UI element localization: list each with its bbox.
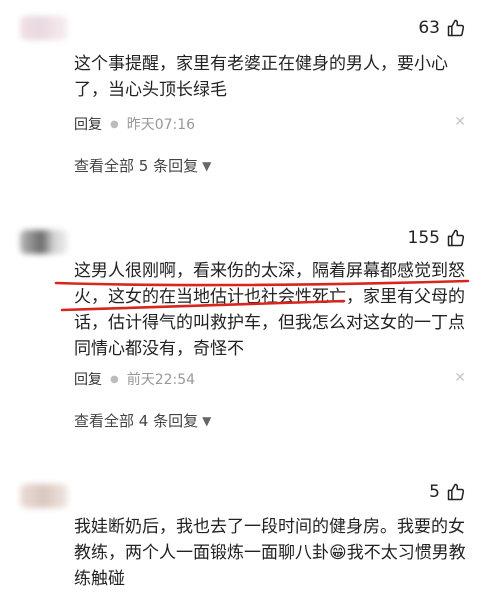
comment-text: 我娃断奶后，我也去了一段时间的健身房。我要的女 教练，两个人一面锻炼一面聊八卦😁… (74, 517, 466, 589)
like-count: 155 (407, 228, 440, 248)
like-count: 63 (418, 18, 440, 38)
chevron-down-icon: ▼ (202, 413, 212, 428)
like-button[interactable]: 155 (408, 228, 466, 248)
reply-button[interactable]: 回复 (74, 114, 102, 134)
reply-button[interactable]: 回复 (74, 369, 102, 389)
comment-meta: 回复 ● 前天22:54 (74, 369, 195, 389)
comment-meta: 回复 ● 昨天07:16 (74, 114, 195, 134)
like-count: 5 (429, 482, 440, 502)
view-all-replies[interactable]: 查看全部 4 条回复 ▼ (74, 410, 211, 431)
chevron-down-icon: ▼ (202, 158, 212, 173)
separator-dot: ● (110, 118, 119, 130)
thumbs-up-icon (447, 229, 465, 247)
timestamp: 昨天07:16 (126, 117, 196, 133)
avatar[interactable] (20, 484, 68, 508)
avatar[interactable] (20, 230, 68, 254)
close-icon[interactable]: ✕ (454, 114, 466, 130)
thumbs-up-icon (447, 19, 465, 37)
close-icon[interactable]: ✕ (454, 370, 466, 386)
avatar[interactable] (20, 16, 68, 40)
like-button[interactable]: 5 (429, 482, 466, 502)
comment-text: 这个事提醒，家里有老婆正在健身的男人，要小心 了，当心头顶长绿毛 (74, 54, 448, 100)
like-button[interactable]: 63 (418, 18, 466, 38)
separator-dot: ● (110, 373, 119, 385)
timestamp: 前天22:54 (126, 372, 196, 388)
red-underline-annotation (54, 279, 470, 312)
thumbs-up-icon (447, 483, 465, 501)
view-all-replies[interactable]: 查看全部 5 条回复 ▼ (74, 155, 211, 176)
